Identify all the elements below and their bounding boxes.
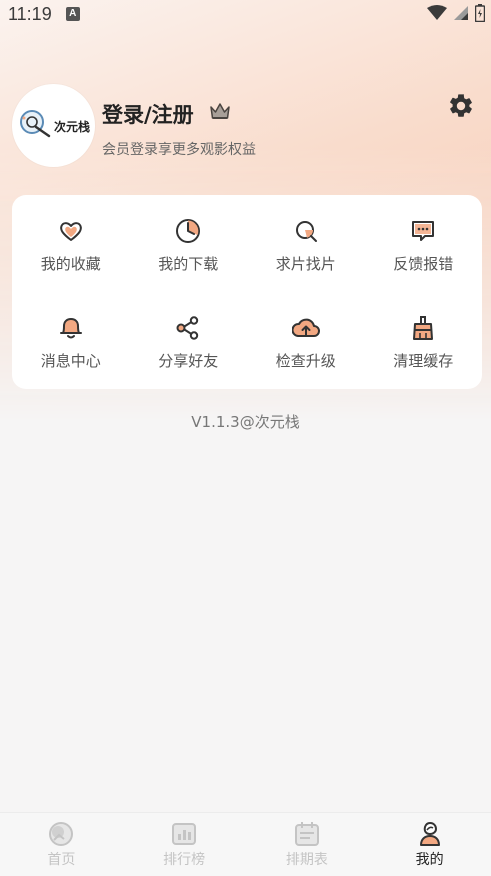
menu-item-check-update[interactable]: 检查升级	[247, 292, 365, 389]
wifi-icon	[427, 5, 447, 20]
home-icon	[49, 822, 74, 846]
menu-item-downloads[interactable]: 我的下载	[130, 195, 248, 292]
profile-icon	[419, 821, 440, 846]
chart-icon	[172, 823, 197, 845]
menu-item-feedback[interactable]: 反馈报错	[365, 195, 483, 292]
cloud-upload-icon	[291, 318, 320, 337]
avatar[interactable]: 次元栈	[12, 84, 95, 167]
search-film-icon	[295, 221, 317, 242]
function-menu-card: 我的收藏 我的下载 求片找片 反馈报错 消息中心 分享好友 检查升级 清理缓存	[12, 195, 482, 389]
login-subtitle: 会员登录享更多观影权益	[102, 142, 256, 158]
tab-home[interactable]: 首页	[0, 813, 123, 876]
menu-label: 分享好友	[158, 352, 219, 370]
version-text: V1.1.3@次元栈	[191, 413, 300, 431]
status-bar: 11:19 A	[0, 0, 491, 28]
menu-label: 消息中心	[40, 352, 101, 370]
status-time: 11:19	[8, 3, 52, 24]
tab-mine[interactable]: 我的	[368, 813, 491, 876]
tab-schedule[interactable]: 排期表	[246, 813, 369, 876]
login-register-link[interactable]: 登录/注册	[102, 99, 194, 129]
calendar-icon	[294, 822, 319, 846]
broom-icon	[413, 316, 434, 340]
status-icons	[427, 4, 485, 22]
notification-badge: A	[65, 7, 80, 21]
tab-label: 排行榜	[163, 852, 206, 868]
menu-label: 求片找片	[275, 255, 336, 273]
tab-label: 首页	[47, 852, 76, 868]
bottom-tab-bar: 首页 排行榜 排期表 我的	[0, 812, 491, 876]
tab-label: 我的	[415, 852, 444, 868]
download-pie-icon	[176, 219, 201, 243]
tab-label: 排期表	[285, 852, 328, 868]
menu-item-share[interactable]: 分享好友	[130, 292, 248, 389]
signal-icon	[454, 6, 468, 20]
share-icon	[176, 316, 199, 340]
menu-item-request-film[interactable]: 求片找片	[247, 195, 365, 292]
profile-header: 次元栈 登录/注册 会员登录享更多观影权益	[12, 84, 482, 168]
menu-label: 清理缓存	[393, 352, 454, 370]
feedback-icon	[412, 221, 435, 241]
bell-icon	[59, 318, 82, 339]
menu-label: 检查升级	[275, 352, 336, 370]
tab-ranking[interactable]: 排行榜	[123, 813, 246, 876]
menu-label: 反馈报错	[393, 255, 454, 273]
menu-item-clear-cache[interactable]: 清理缓存	[365, 292, 483, 389]
menu-label: 我的下载	[158, 255, 219, 273]
menu-label: 我的收藏	[40, 255, 101, 273]
crown-icon	[210, 103, 230, 119]
battery-icon	[475, 4, 485, 22]
menu-item-messages[interactable]: 消息中心	[12, 292, 130, 389]
avatar-brand-text: 次元栈	[54, 120, 91, 134]
menu-item-favorites[interactable]: 我的收藏	[12, 195, 130, 292]
heart-icon	[59, 222, 82, 241]
settings-gear-icon[interactable]	[447, 92, 475, 120]
